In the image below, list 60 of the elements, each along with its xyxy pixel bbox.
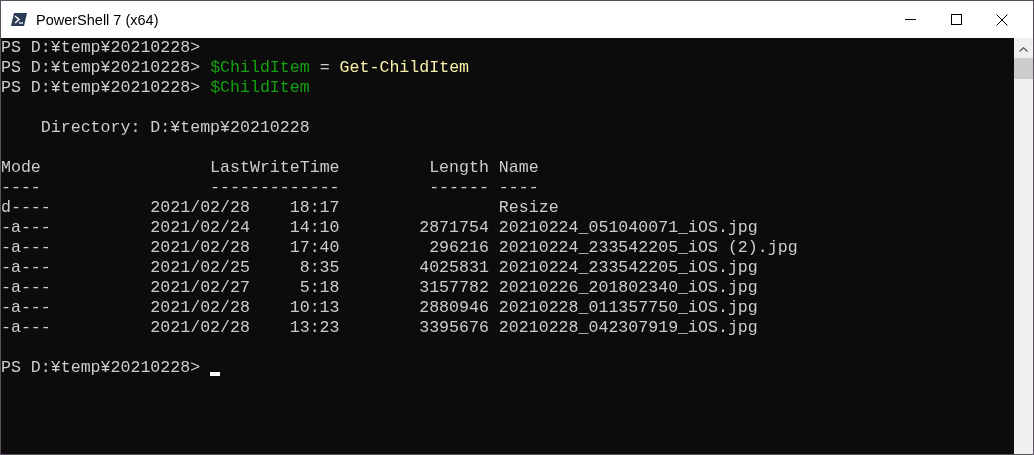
date-cell: 2021/02/28 bbox=[150, 198, 250, 218]
header-rule: ------------- bbox=[209, 178, 340, 198]
scrollbar[interactable] bbox=[1014, 38, 1033, 454]
mode-cell-text: -a--- bbox=[1, 278, 52, 298]
mode-cell-text: -a--- bbox=[1, 298, 52, 318]
header-rule: ------ bbox=[428, 178, 489, 198]
column-header: Name bbox=[498, 158, 539, 178]
column-header: Mode bbox=[1, 158, 42, 178]
mode-cell-text: -a--- bbox=[1, 318, 52, 338]
date-cell: 2021/02/28 bbox=[150, 298, 250, 318]
window-title: PowerShell 7 (x64) bbox=[36, 11, 159, 28]
date-cell: 2021/02/28 bbox=[150, 238, 250, 258]
prompt: PS D:¥temp¥20210228> bbox=[1, 38, 201, 58]
name-cell: 20210224_233542205_iOS (2).jpg bbox=[498, 238, 798, 258]
prompt: PS D:¥temp¥20210228> bbox=[1, 78, 201, 98]
time-cell-text: 17:40 bbox=[288, 238, 340, 258]
prompt: PS D:¥temp¥20210228> bbox=[1, 58, 201, 78]
text-cursor bbox=[210, 372, 221, 376]
time-cell-text: 10:13 bbox=[288, 298, 340, 318]
time-cell-text: 14:10 bbox=[288, 218, 340, 238]
date-cell: 2021/02/27 bbox=[150, 278, 250, 298]
minimize-icon bbox=[904, 18, 916, 21]
maximize-icon bbox=[950, 14, 962, 25]
column-header: LastWriteTime bbox=[209, 158, 340, 178]
length-cell-text: 4025831 bbox=[418, 258, 489, 278]
header-rule: ---- bbox=[498, 178, 539, 198]
scroll-thumb[interactable] bbox=[1014, 58, 1033, 79]
name-cell: 20210224_233542205_iOS.jpg bbox=[498, 258, 758, 278]
name-cell: 20210224_051040071_iOS.jpg bbox=[498, 218, 758, 238]
time-cell-text: 5:18 bbox=[298, 278, 340, 298]
header-rule: ---- bbox=[1, 178, 42, 198]
scroll-up-icon[interactable] bbox=[1019, 47, 1028, 52]
length-cell-text: 2880946 bbox=[418, 298, 489, 318]
length-cell-text: 296216 bbox=[428, 238, 489, 258]
name-cell: 20210228_042307919_iOS.jpg bbox=[498, 318, 758, 338]
length-cell-text: 3395676 bbox=[418, 318, 489, 338]
name-cell: 20210228_011357750_iOS.jpg bbox=[498, 298, 758, 318]
name-cell: Resize bbox=[498, 198, 559, 218]
prompt: PS D:¥temp¥20210228> bbox=[1, 358, 201, 378]
name-cell: 20210226_201802340_iOS.jpg bbox=[498, 278, 758, 298]
time-cell-text: 18:17 bbox=[288, 198, 340, 218]
close-icon bbox=[996, 13, 1008, 26]
time-cell-text: 13:23 bbox=[288, 318, 340, 338]
column-header: Length bbox=[428, 158, 489, 178]
date-cell: 2021/02/25 bbox=[150, 258, 250, 278]
date-cell: 2021/02/28 bbox=[150, 318, 250, 338]
length-cell-text: 2871754 bbox=[418, 218, 489, 238]
command-token: $ChildItem bbox=[210, 78, 310, 98]
mode-cell-text: -a--- bbox=[1, 238, 52, 258]
mode-cell-text: -a--- bbox=[1, 258, 52, 278]
length-cell-text: 3157782 bbox=[418, 278, 489, 298]
command-token: $ChildItem bbox=[210, 58, 310, 78]
powershell-icon bbox=[11, 13, 27, 26]
time-cell-text: 8:35 bbox=[298, 258, 340, 278]
directory-heading: Directory: D:¥temp¥20210228 bbox=[40, 118, 310, 138]
command-token: Get-ChildItem bbox=[339, 58, 470, 78]
command-token: = bbox=[319, 58, 330, 78]
date-cell: 2021/02/24 bbox=[150, 218, 250, 238]
mode-cell-text: d---- bbox=[1, 198, 52, 218]
mode-cell-text: -a--- bbox=[1, 218, 52, 238]
